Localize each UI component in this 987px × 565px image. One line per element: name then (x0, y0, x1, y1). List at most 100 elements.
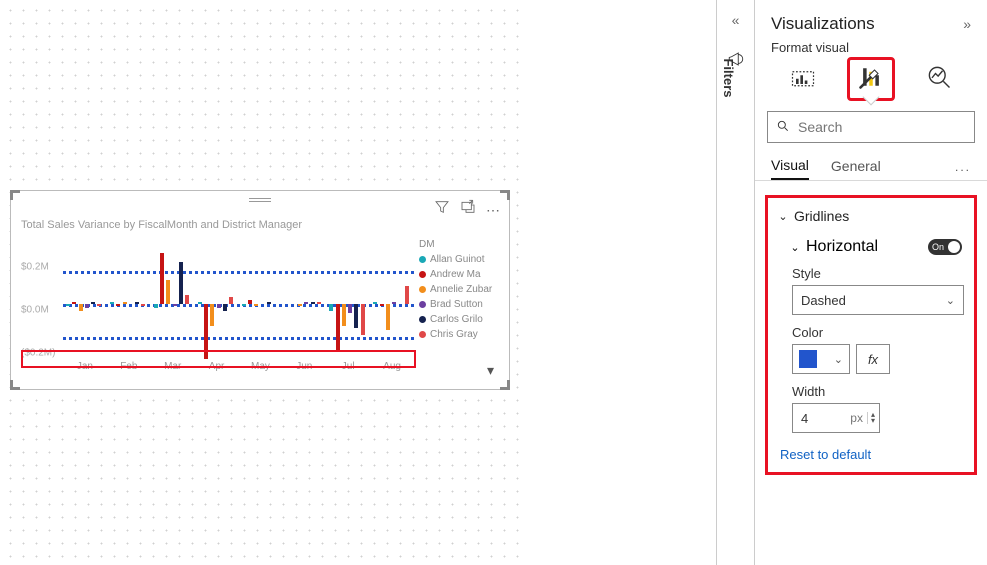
bar (135, 302, 139, 304)
tab-visual[interactable]: Visual (771, 157, 809, 180)
drag-grip-icon[interactable] (249, 198, 271, 204)
legend-item[interactable]: Andrew Ma (419, 267, 499, 282)
bar (185, 295, 189, 304)
width-input[interactable]: 4 px ▴▾ (792, 403, 880, 433)
style-label: Style (792, 266, 964, 281)
bar (116, 304, 120, 306)
visualizations-pane: Visualizations » Format visual (754, 0, 987, 565)
y-tick: $0.2M (21, 262, 49, 273)
bar (160, 253, 164, 304)
analytics-icon[interactable] (917, 59, 961, 99)
focus-mode-icon[interactable] (460, 199, 476, 220)
legend-item[interactable]: Brad Sutton (419, 297, 499, 312)
bar (223, 304, 227, 311)
bar (179, 262, 183, 304)
legend-item[interactable]: Carlos Grilo (419, 312, 499, 327)
bar (110, 302, 114, 304)
bar (392, 302, 396, 304)
format-visual-icon[interactable] (849, 59, 893, 99)
filters-label: Filters (721, 58, 736, 97)
bar (348, 304, 352, 313)
chevron-down-icon: ⌄ (778, 210, 788, 223)
bar (210, 304, 214, 326)
legend-dot (419, 286, 426, 293)
legend-dot (419, 301, 426, 308)
more-options-icon[interactable]: ⋯ (486, 203, 501, 217)
filter-icon[interactable] (434, 199, 450, 220)
legend-text: Annelie Zubar (430, 284, 492, 295)
x-tick: Mar (164, 361, 181, 372)
toggle-text: On (932, 242, 944, 252)
chart-legend: DM Allan Guinot Andrew Ma Annelie Zubar Bra… (419, 239, 499, 342)
bar (267, 302, 271, 304)
bar (166, 280, 170, 304)
x-tick: May (251, 361, 270, 372)
color-picker[interactable]: ⌄ (792, 344, 850, 374)
bar (72, 302, 76, 304)
reset-to-default-link[interactable]: Reset to default (778, 447, 964, 462)
x-tick: Jun (296, 361, 312, 372)
legend-text: Allan Guinot (430, 254, 484, 265)
canvas-padding (520, 0, 716, 565)
chevron-down-icon: ⌄ (946, 294, 955, 307)
tab-general[interactable]: General (831, 158, 881, 180)
chart-title: Total Sales Variance by FiscalMonth and … (21, 219, 302, 231)
horizontal-expander[interactable]: ⌄ Horizontal On (778, 238, 964, 256)
bar (85, 304, 89, 308)
bar (386, 304, 390, 330)
bar (254, 304, 258, 306)
resize-handle-bl[interactable] (10, 380, 20, 390)
bar (361, 304, 365, 335)
legend-item[interactable]: Chris Gray (419, 327, 499, 342)
legend-dot (419, 316, 426, 323)
fx-button[interactable]: fx (856, 344, 890, 374)
legend-scroll-icon[interactable]: ▾ (487, 362, 494, 379)
expand-icon[interactable]: » (963, 16, 971, 32)
resize-handle-br[interactable] (500, 380, 510, 390)
bar (173, 304, 177, 306)
bar (405, 286, 409, 304)
collapse-icon[interactable]: « (732, 12, 740, 28)
bar (354, 304, 358, 328)
bar (204, 304, 208, 359)
tab-more-icon[interactable]: ... (955, 160, 971, 180)
legend-item[interactable]: Annelie Zubar (419, 282, 499, 297)
legend-dot (419, 271, 426, 278)
x-axis-labels: JanFebMarAprMayJunJulAug (63, 361, 414, 381)
bar (198, 302, 202, 304)
style-dropdown[interactable]: Dashed ⌄ (792, 285, 964, 315)
gridlines-label: Gridlines (794, 208, 849, 224)
legend-title: DM (419, 239, 499, 250)
bar (97, 304, 101, 306)
gridlines-section-highlight: ⌄ Gridlines ⌄ Horizontal On Style Dashed… (765, 195, 977, 475)
bar (79, 304, 83, 311)
resize-handle-tr[interactable] (500, 190, 510, 200)
gridline (63, 271, 414, 274)
bar (217, 304, 221, 308)
pane-subtitle: Format visual (755, 40, 987, 57)
style-value: Dashed (801, 293, 846, 308)
spinner-icon[interactable]: ▴▾ (867, 412, 875, 424)
width-value: 4 (801, 411, 846, 426)
search-input[interactable] (796, 118, 981, 136)
legend-item[interactable]: Allan Guinot (419, 252, 499, 267)
x-tick: Jan (77, 361, 93, 372)
bar (329, 304, 333, 311)
gridlines-expander[interactable]: ⌄ Gridlines (778, 208, 964, 224)
bar (66, 304, 70, 306)
bar (154, 304, 158, 308)
visual-container[interactable]: ⋯ Total Sales Variance by FiscalMonth an… (10, 190, 510, 390)
pane-action-icons (755, 57, 987, 105)
filters-pane-collapsed[interactable]: « Filters (716, 0, 754, 565)
horizontal-toggle[interactable]: On (928, 239, 962, 255)
legend-text: Andrew Ma (430, 269, 481, 280)
bar (342, 304, 346, 326)
bar (317, 302, 321, 304)
build-visual-icon[interactable] (781, 59, 825, 99)
search-box[interactable] (767, 111, 975, 143)
bar (248, 300, 252, 304)
format-subtabs: Visual General ... (755, 149, 987, 181)
pane-title: Visualizations (771, 14, 875, 34)
legend-text: Chris Gray (430, 329, 478, 340)
resize-handle-tl[interactable] (10, 190, 20, 200)
